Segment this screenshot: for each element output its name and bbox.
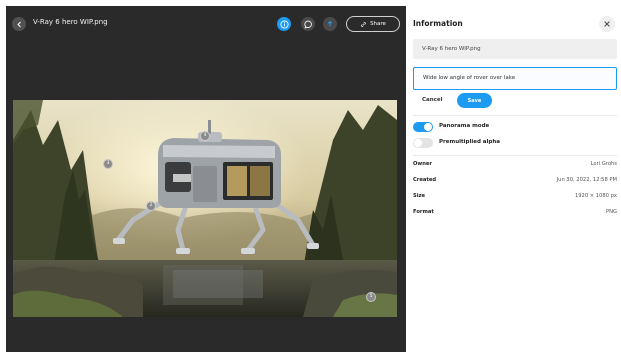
share-button[interactable]: Share bbox=[346, 16, 400, 32]
annotation-pin-3[interactable]: 3 bbox=[103, 159, 113, 169]
pin-number: 2 bbox=[149, 202, 153, 208]
divider bbox=[413, 155, 617, 156]
panorama-mode-toggle[interactable] bbox=[413, 122, 433, 132]
chevron-left-icon bbox=[16, 21, 21, 27]
file-name-field[interactable]: V-Ray 6 hero WIP.png bbox=[413, 39, 617, 59]
comment-icon bbox=[303, 20, 312, 29]
cancel-button[interactable]: Cancel bbox=[422, 97, 443, 103]
pin-number: 3 bbox=[106, 160, 110, 166]
close-button[interactable] bbox=[599, 16, 615, 32]
meta-value-created: Jun 30, 2022, 12:58 PM bbox=[556, 177, 617, 183]
panel-title: Information bbox=[413, 19, 463, 28]
preview-image[interactable]: 4 3 2 5 bbox=[13, 100, 397, 317]
comment-button[interactable] bbox=[301, 17, 315, 31]
meta-key-size: Size bbox=[413, 193, 426, 199]
pin-number: 4 bbox=[203, 132, 207, 138]
info-button[interactable] bbox=[277, 17, 291, 31]
description-field[interactable]: Wide low angle of rover over lake bbox=[413, 67, 617, 90]
upload-icon bbox=[327, 20, 333, 27]
annotation-pin-2[interactable]: 2 bbox=[146, 201, 156, 211]
save-button[interactable]: Save bbox=[457, 93, 492, 108]
premultiplied-alpha-label: Premultiplied alpha bbox=[439, 139, 500, 145]
back-button[interactable] bbox=[12, 17, 26, 31]
divider bbox=[413, 115, 617, 116]
upload-button[interactable] bbox=[323, 17, 337, 31]
premultiplied-alpha-toggle[interactable] bbox=[413, 138, 433, 148]
info-icon bbox=[279, 19, 289, 29]
annotation-pin-4[interactable]: 4 bbox=[200, 131, 210, 141]
meta-key-created: Created bbox=[413, 177, 437, 183]
meta-key-format: Format bbox=[413, 209, 434, 215]
toggle-knob bbox=[414, 139, 422, 147]
meta-key-owner: Owner bbox=[413, 161, 432, 167]
toggle-knob bbox=[424, 123, 432, 131]
link-icon bbox=[361, 21, 366, 27]
meta-value-owner: Lori Grohs bbox=[590, 161, 617, 167]
pin-number: 5 bbox=[369, 293, 373, 299]
information-panel: Information V-Ray 6 hero WIP.png Wide lo… bbox=[406, 6, 621, 352]
panorama-mode-label: Panorama mode bbox=[439, 123, 490, 129]
annotation-pin-5[interactable]: 5 bbox=[366, 292, 376, 302]
meta-value-size: 1920 × 1080 px bbox=[574, 193, 617, 199]
meta-value-format: PNG bbox=[605, 209, 617, 215]
close-icon bbox=[604, 21, 610, 27]
file-title: V-Ray 6 hero WIP.png bbox=[33, 18, 108, 26]
share-label: Share bbox=[370, 21, 386, 27]
image-viewer: V-Ray 6 hero WIP.png Share 4 3 2 5 bbox=[6, 6, 406, 352]
